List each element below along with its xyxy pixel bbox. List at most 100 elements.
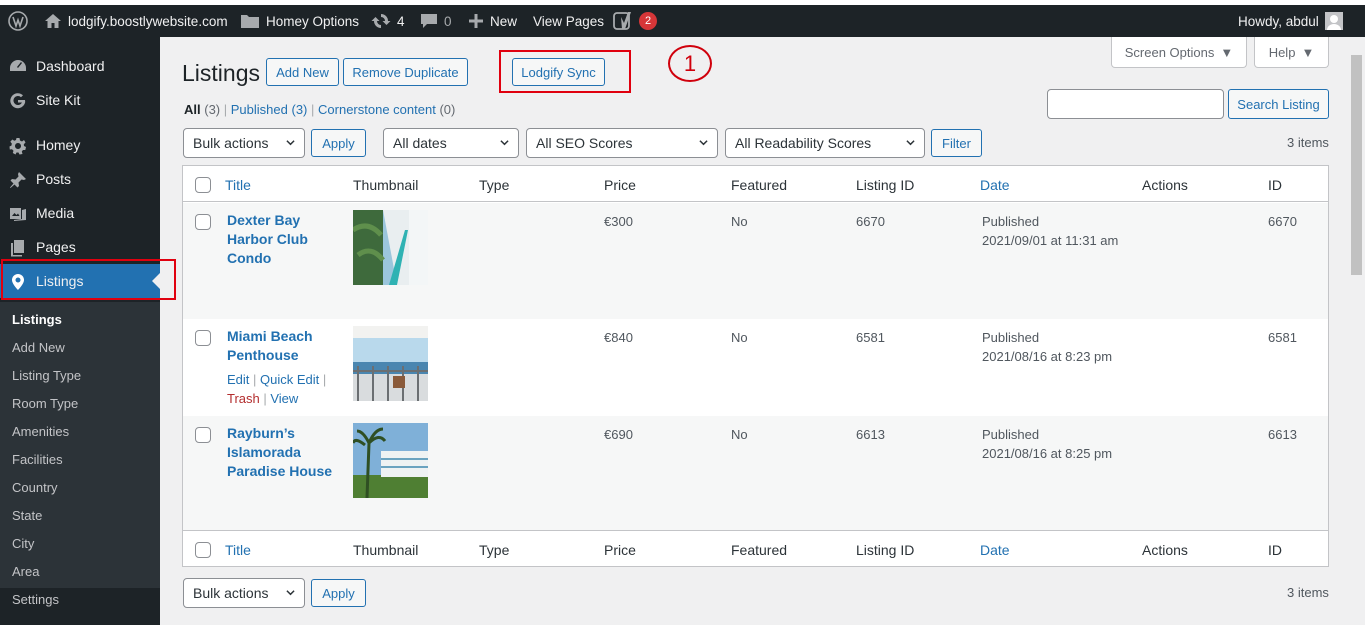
column-date[interactable]: Date [980,177,1010,193]
listing-id-cell: 6581 [856,330,885,345]
yoast-menu[interactable]: 2 [613,5,658,37]
bulk-actions-select[interactable]: Bulk actions [183,128,305,158]
sidebar-item-dashboard[interactable]: Dashboard [0,49,160,83]
row-actions: Edit | Quick Edit | [227,372,327,387]
sidebar-item-pages[interactable]: Pages [0,230,160,264]
readability-filter-value: All Readability Scores [735,135,872,151]
column-title[interactable]: Title [225,542,251,558]
submenu-item-listing-type[interactable]: Listing Type [12,368,81,383]
search-listing-button[interactable]: Search Listing [1228,89,1329,119]
listing-thumbnail[interactable] [353,210,428,285]
sidebar-item-posts[interactable]: Posts [0,162,160,196]
date-value: 2021/08/16 at 8:23 pm [982,349,1113,364]
my-account-menu[interactable]: Howdy, abdul [1238,5,1343,37]
scrollbar-thumb[interactable] [1351,55,1362,275]
submenu-item-facilities[interactable]: Facilities [12,452,63,467]
column-price: Price [604,542,636,558]
chevron-down-icon [500,140,509,146]
home-icon [45,14,61,28]
view-cornerstone[interactable]: Cornerstone content (0) [318,102,455,117]
trash-link[interactable]: Trash [227,391,260,406]
dashboard-icon [9,58,27,76]
sidebar-item-media[interactable]: Media [0,196,160,230]
listing-thumbnail[interactable] [353,326,428,401]
submenu-item-state[interactable]: State [12,508,42,523]
add-new-button[interactable]: Add New [266,58,339,86]
screen-options-button[interactable]: Screen Options ▼ [1111,37,1247,68]
lodgify-sync-button[interactable]: Lodgify Sync [512,58,605,86]
select-all-checkbox-footer[interactable] [195,542,211,558]
updates-count: 4 [397,13,405,29]
pin-icon [9,171,27,189]
row-checkbox[interactable] [195,330,211,346]
submenu-item-amenities[interactable]: Amenities [12,424,69,439]
table-footer: Title Thumbnail Type Price Featured List… [183,530,1328,566]
column-type: Type [479,542,510,558]
column-date[interactable]: Date [980,542,1010,558]
sidebar-item-listings[interactable]: Listings [0,264,160,298]
sidebar-item-label: Media [36,205,75,221]
seo-filter-select[interactable]: All SEO Scores [526,128,718,158]
row-checkbox[interactable] [195,214,211,230]
bulk-actions-select-bottom[interactable]: Bulk actions [183,578,305,608]
avatar [1324,12,1343,30]
view-link[interactable]: View [270,391,298,406]
help-button[interactable]: Help ▼ [1254,37,1329,68]
listing-id-cell: 6613 [856,427,885,442]
new-content-link[interactable]: New [468,5,517,37]
submenu-item-country[interactable]: Country [12,480,58,495]
column-thumbnail: Thumbnail [353,542,419,558]
admin-sidebar: Dashboard Site Kit Homey Posts Media Pag… [0,37,160,625]
seo-filter-value: All SEO Scores [536,135,633,151]
view-published[interactable]: Published (3) [231,102,308,117]
view-all[interactable]: All (3) [184,102,220,117]
help-label: Help [1268,44,1296,60]
comments-link[interactable]: 0 [420,5,452,37]
bulk-actions-value: Bulk actions [193,135,269,151]
readability-filter-select[interactable]: All Readability Scores [725,128,925,158]
filter-button[interactable]: Filter [931,129,982,157]
plus-icon [469,14,483,28]
apply-button[interactable]: Apply [311,129,366,157]
listing-title-link[interactable]: Rayburn’s Islamorada Paradise House [227,424,337,481]
updates-link[interactable]: 4 [371,5,405,37]
bulk-actions-value: Bulk actions [193,585,269,601]
column-actions: Actions [1142,542,1188,558]
submenu-item-settings[interactable]: Settings [12,592,59,607]
sidebar-item-homey[interactable]: Homey [0,128,160,162]
submenu-item-add-new[interactable]: Add New [12,340,65,355]
new-label: New [490,13,518,29]
listing-title-link[interactable]: Miami Beach Penthouse [227,327,337,365]
select-all-checkbox[interactable] [195,177,211,193]
submenu-item-room-type[interactable]: Room Type [12,396,78,411]
view-pages-link[interactable]: View Pages [533,5,604,37]
dates-filter-select[interactable]: All dates [383,128,519,158]
date-value: 2021/09/01 at 11:31 am [982,233,1119,248]
updates-icon [371,14,391,28]
homey-options-link[interactable]: Homey Options [240,5,359,37]
page-scrollbar[interactable] [1348,37,1365,625]
submenu-item-city[interactable]: City [12,536,34,551]
search-input[interactable] [1047,89,1224,119]
price-cell: €690 [604,427,633,442]
site-name-link[interactable]: lodgify.boostlywebsite.com [44,5,228,37]
listings-submenu: Listings Add New Listing Type Room Type … [0,302,160,607]
apply-button-bottom[interactable]: Apply [311,579,366,607]
submenu-item-area[interactable]: Area [12,564,39,579]
quick-edit-link[interactable]: Quick Edit [260,372,319,387]
screen-options-label: Screen Options [1124,44,1215,60]
edit-link[interactable]: Edit [227,372,249,387]
sidebar-item-site-kit[interactable]: Site Kit [0,83,160,117]
media-icon [9,205,27,223]
submenu-item-listings[interactable]: Listings [12,312,62,327]
table-row: Rayburn’s Islamorada Paradise House €690… [183,416,1328,530]
column-id: ID [1268,542,1282,558]
column-id: ID [1268,177,1282,193]
remove-duplicate-button[interactable]: Remove Duplicate [343,58,468,86]
column-title[interactable]: Title [225,177,251,193]
row-checkbox[interactable] [195,427,211,443]
listing-title-link[interactable]: Dexter Bay Harbor Club Condo [227,211,337,268]
listing-thumbnail[interactable] [353,423,428,498]
wordpress-logo-icon[interactable] [8,5,28,37]
sidebar-item-label: Site Kit [36,92,81,108]
